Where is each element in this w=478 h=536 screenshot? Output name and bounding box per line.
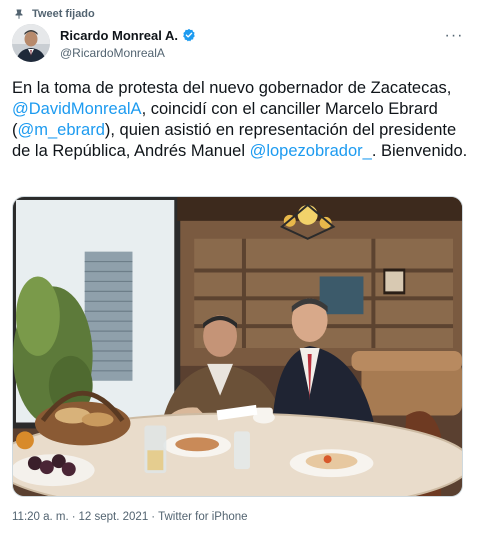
meta-separator: · — [71, 511, 76, 523]
pinned-label: Tweet fijado — [32, 8, 95, 20]
mention-link[interactable]: @DavidMonrealA — [12, 100, 142, 118]
tweet-photo[interactable] — [12, 196, 463, 497]
meta-separator: · — [151, 511, 156, 523]
tweet-text-segment: . Bienvenido. — [371, 142, 468, 160]
tweet-header: Ricardo Monreal A. @RicardoMonrealA ··· — [12, 24, 466, 64]
mention-link[interactable]: @m_ebrard — [18, 121, 105, 139]
more-options-icon[interactable]: ··· — [442, 26, 466, 46]
tweet-metadata: 11:20 a. m. · 12 sept. 2021 · Twitter fo… — [12, 511, 248, 523]
author-handle[interactable]: @RicardoMonrealA — [60, 46, 196, 60]
tweet-time[interactable]: 11:20 a. m. — [12, 511, 69, 523]
tweet-text: En la toma de protesta del nuevo goberna… — [12, 78, 468, 162]
pinned-indicator: Tweet fijado — [12, 6, 95, 22]
tweet-text-segment: En la toma de protesta del nuevo goberna… — [12, 79, 452, 97]
tweet-date[interactable]: 12 sept. 2021 — [79, 511, 149, 523]
mention-link[interactable]: @lopezobrador_ — [250, 142, 372, 160]
avatar[interactable] — [12, 24, 50, 62]
author-display-name[interactable]: Ricardo Monreal A. — [60, 28, 178, 43]
tweet-source[interactable]: Twitter for iPhone — [158, 511, 247, 523]
verified-badge-icon — [182, 28, 196, 42]
pin-icon — [12, 7, 26, 21]
